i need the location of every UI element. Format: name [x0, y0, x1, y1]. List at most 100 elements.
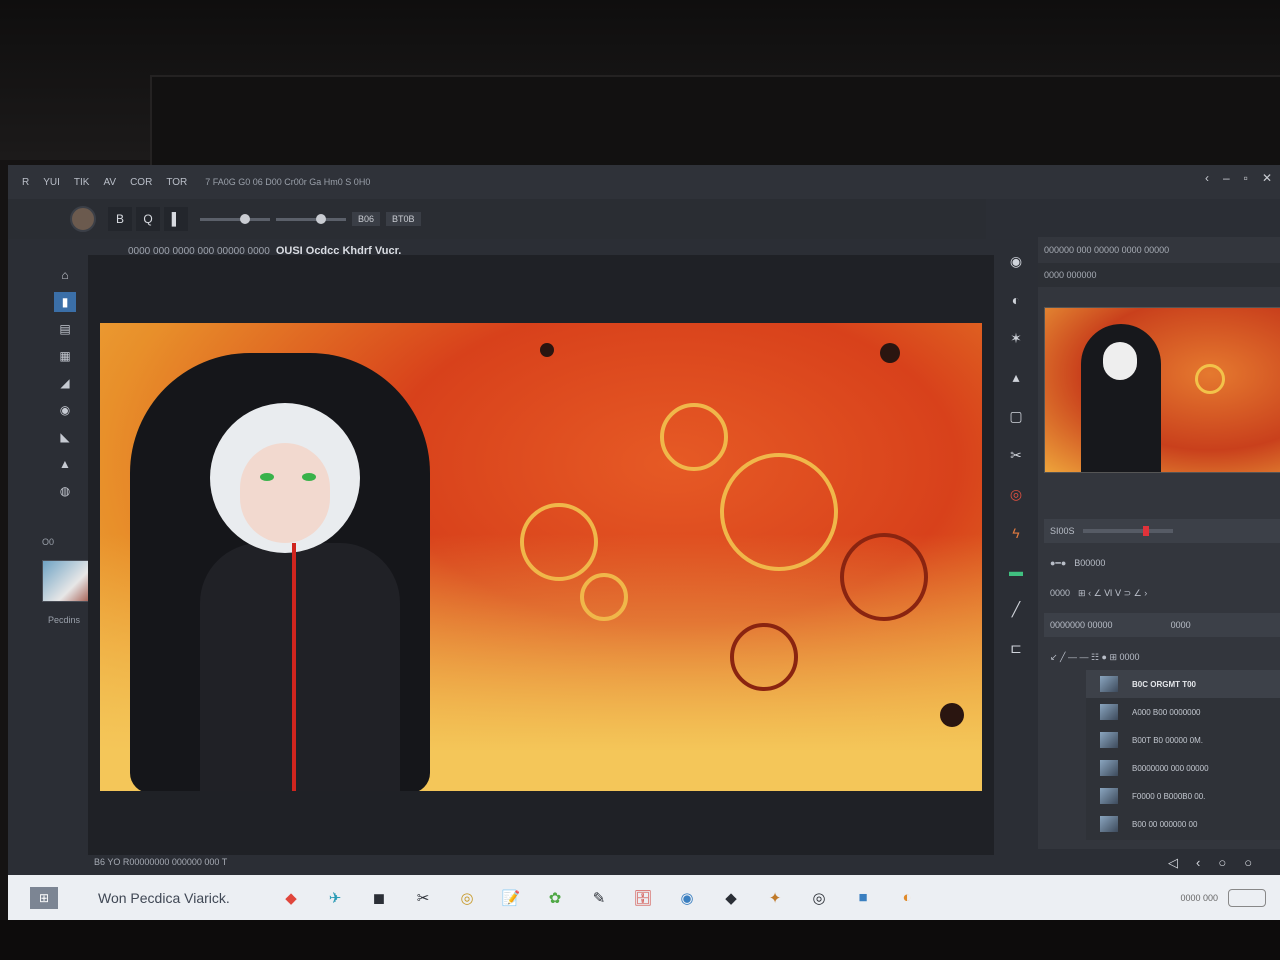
pen-tool-icon[interactable]: ▲	[54, 454, 76, 474]
app-icon[interactable]: 📝	[498, 885, 524, 911]
color-wheel-icon[interactable]: ◉	[1010, 253, 1022, 270]
app-icon[interactable]: ■	[850, 885, 876, 911]
minimize-icon[interactable]: –	[1223, 171, 1230, 185]
properties-label[interactable]: 0000000 00000	[1050, 620, 1113, 630]
properties-value[interactable]: 0000	[1171, 620, 1191, 630]
layer-row[interactable]: B00T B0 00000 0M.	[1086, 726, 1280, 754]
app-icon[interactable]: ◉	[674, 885, 700, 911]
start-button[interactable]: ⊞	[30, 886, 58, 909]
eraser-tool-icon[interactable]: ◣	[54, 427, 76, 447]
menu-item-image[interactable]: TIK	[74, 177, 90, 188]
back-icon[interactable]: ‹	[1205, 171, 1209, 185]
app-icon[interactable]: ✎	[586, 885, 612, 911]
layer-tool-icons[interactable]: ↙ ╱ — — ☷ ● ⊞ 0000	[1050, 652, 1140, 663]
app-icon[interactable]: 🗄	[630, 885, 656, 911]
taskbar-apps: ◆ ✈ ◼ ✂ ◎ 📝 ✿ ✎ 🗄 ◉ ◆ ✦ ◎ ■ ◐	[278, 885, 920, 911]
swirl-ornament	[840, 533, 928, 621]
swatches-icon[interactable]: ▢	[1009, 408, 1022, 425]
app-icon[interactable]: ◆	[718, 885, 744, 911]
opacity-label: SI00S	[1050, 526, 1075, 536]
app-icon[interactable]: ✂	[410, 885, 436, 911]
maximize-icon[interactable]: ▫	[1244, 171, 1248, 185]
history-icon[interactable]: ◐	[1012, 292, 1020, 308]
app-icon[interactable]: ✿	[542, 885, 568, 911]
brush-options: B06 BT0B	[200, 212, 421, 226]
eyedropper-tool-icon[interactable]: ◢	[54, 373, 76, 393]
color-icon[interactable]: ◎	[1010, 486, 1022, 503]
move-tool-icon[interactable]: ⌂	[54, 265, 76, 285]
artwork[interactable]	[100, 323, 982, 791]
color-swatch-button[interactable]: ▌	[164, 207, 188, 231]
layer-delete-icon[interactable]: ○	[1244, 855, 1252, 871]
canvas-status-bar: B6 YO R00000000 000000 000 T	[94, 857, 228, 867]
zoom-tool-icon[interactable]: ◍	[54, 481, 76, 501]
opacity-slider[interactable]	[1082, 526, 1173, 536]
app-icon[interactable]: ◼	[366, 885, 392, 911]
tray-clock[interactable]: 0000 000	[1180, 893, 1218, 903]
layer-row[interactable]: F0000 0 B000B0 00.	[1086, 782, 1280, 810]
brush-shape-icons[interactable]: ⊞ ‹ ∠ Ⅵ Ⅴ ⊃ ∠ ›	[1078, 588, 1147, 599]
brushes-icon[interactable]: ✂	[1010, 447, 1022, 464]
layer-row[interactable]: B0000000 000 00000	[1086, 754, 1280, 782]
navigator-subtitle: 0000 000000	[1038, 263, 1280, 287]
avatar[interactable]	[70, 206, 96, 232]
layer-thumbnail	[1100, 816, 1118, 832]
flow-toggle-icon[interactable]: ●━●	[1050, 558, 1066, 569]
stamp-icon[interactable]: ▴	[1012, 369, 1019, 386]
ornament-dot	[940, 703, 964, 727]
keyboard-icon[interactable]	[1228, 889, 1266, 907]
brush-button[interactable]: B	[108, 207, 132, 231]
blend-mode-chip[interactable]: BT0B	[386, 212, 421, 226]
window-controls: ‹ – ▫ ✕	[1205, 171, 1272, 185]
close-icon[interactable]: ✕	[1262, 171, 1272, 185]
menu-item-select[interactable]: COR	[130, 177, 152, 188]
menu-item-edit[interactable]: YUI	[43, 177, 60, 188]
character-eye	[302, 473, 316, 481]
wall-frame	[150, 75, 1280, 167]
brush-preset-chip[interactable]: B06	[352, 212, 381, 226]
taskbar-search[interactable]: Won Pecdica Viarick.	[98, 890, 278, 906]
layer-row[interactable]: B00 00 000000 00	[1086, 810, 1280, 838]
paint-icon[interactable]: ▬	[1009, 563, 1023, 579]
menu-item-filter[interactable]: TOR	[166, 177, 187, 188]
brush-tool-icon[interactable]: ◉	[54, 400, 76, 420]
layer-thumbnail	[1100, 676, 1118, 692]
effects-icon[interactable]: ϟ	[1012, 525, 1019, 541]
swirl-ornament	[520, 503, 598, 581]
brush-size-slider[interactable]	[200, 213, 270, 224]
marquee-tool-icon[interactable]: ▮	[54, 292, 76, 312]
layer-row[interactable]: B0C ORGMT T00	[1086, 670, 1280, 698]
swirl-ornament	[580, 573, 628, 621]
layer-add-icon[interactable]: ○	[1218, 855, 1226, 871]
app-icon[interactable]: ◎	[454, 885, 480, 911]
pen-icon[interactable]: ╱	[1012, 601, 1020, 618]
brush-shape-label: 0000	[1050, 588, 1071, 598]
app-icon[interactable]: ◆	[278, 885, 304, 911]
canvas-area[interactable]	[88, 255, 994, 855]
swirl-ornament	[720, 453, 838, 571]
app-icon[interactable]: ✦	[762, 885, 788, 911]
layer-back-icon[interactable]: ‹	[1196, 855, 1200, 871]
brush-opacity-slider[interactable]	[276, 213, 346, 224]
crop-tool-icon[interactable]: ▦	[54, 346, 76, 366]
layer-row[interactable]: A000 B00 0000000	[1086, 698, 1280, 726]
app-icon[interactable]: ◐	[894, 885, 920, 911]
navigator-preview[interactable]	[1044, 307, 1280, 473]
opacity-row: SI00S	[1044, 519, 1280, 543]
search-button[interactable]: Q	[136, 207, 160, 231]
menu-item-layer[interactable]: AV	[103, 177, 116, 188]
character-face	[240, 443, 330, 543]
app-icon[interactable]: ✈	[322, 885, 348, 911]
app-icon[interactable]: ◎	[806, 885, 832, 911]
layer-name: A000 B00 0000000	[1132, 707, 1201, 717]
screen: R YUI TIK AV COR TOR 7 FA0G G0 06 D00 Cr…	[8, 165, 1280, 920]
lasso-tool-icon[interactable]: ▤	[54, 319, 76, 339]
layer-name: F0000 0 B000B0 00.	[1132, 791, 1206, 801]
menu-item-file[interactable]: R	[22, 177, 29, 188]
layer-prev-icon[interactable]: ◁	[1168, 855, 1178, 871]
frame-icon[interactable]: ⊏	[1010, 640, 1022, 657]
taskbar: ⊞ Won Pecdica Viarick. ◆ ✈ ◼ ✂ ◎ 📝 ✿ ✎ 🗄…	[8, 875, 1280, 920]
layer-controls: ◁ ‹ ○ ○	[1168, 855, 1252, 871]
flow-label: B00000	[1074, 558, 1106, 568]
adjustments-icon[interactable]: ✶	[1010, 330, 1022, 347]
